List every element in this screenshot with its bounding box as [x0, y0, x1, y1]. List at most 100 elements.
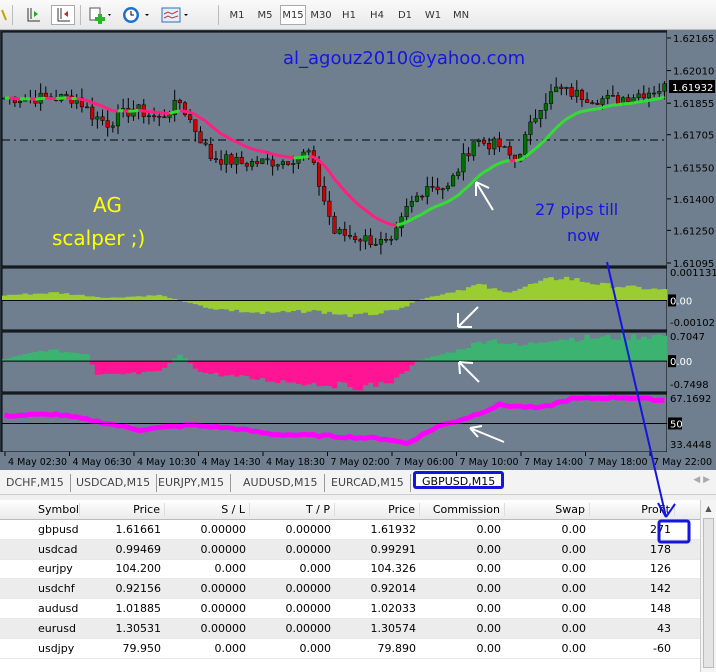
tab-scroll-arrows[interactable]: ◀ ▶: [693, 475, 710, 485]
candle: [270, 159, 275, 167]
column-header[interactable]: Profit: [590, 503, 675, 516]
histogram-bar: [275, 361, 281, 384]
chart-tab[interactable]: USDCAD,M15: [70, 474, 158, 492]
timeframe-mn-button[interactable]: MN: [448, 5, 474, 25]
candle: [394, 227, 399, 240]
candle: [445, 185, 450, 189]
column-header[interactable]: Price: [335, 503, 420, 516]
timeframe-m15-button[interactable]: M15: [280, 5, 306, 25]
candle: [585, 99, 590, 103]
new-chart-icon[interactable]: [86, 5, 114, 25]
histogram-bar: [481, 343, 487, 362]
column-header[interactable]: Symbol: [0, 503, 80, 516]
histogram-bar: [641, 289, 647, 301]
time-tick-label: 4 May 06:30: [73, 457, 132, 468]
chart-canvas[interactable]: 1.62165 1.62010 1.61855 1.61705 1.61550 1.614…: [0, 30, 716, 470]
table-cell: 0.00: [561, 522, 587, 536]
candle: [255, 161, 260, 164]
histogram-bar: [532, 343, 539, 362]
clock-icon[interactable]: [120, 5, 152, 25]
moving-average-segment: [81, 97, 88, 102]
chart-tab[interactable]: DCHF,M15: [0, 474, 71, 492]
column-header[interactable]: Commission: [420, 503, 505, 516]
histogram-bar: [17, 294, 23, 301]
histogram-bar: [161, 361, 168, 368]
column-header[interactable]: Swap: [505, 503, 590, 516]
histogram-bar: [94, 361, 101, 375]
histogram-bar: [368, 361, 374, 383]
candle: [461, 153, 466, 173]
timeframe-h4-button[interactable]: H4: [364, 5, 390, 25]
table-row[interactable]: usdjpy 79.950 0.000 0.000 79.890 0.00 0.00 -60: [0, 639, 700, 659]
histogram-bar: [636, 339, 642, 362]
histogram-bar: [615, 339, 621, 362]
moving-average-segment: [153, 110, 160, 115]
table-row[interactable]: gbpusd 1.61661 0.00000 0.00000 1.61932 0.00 0.…: [0, 520, 700, 540]
column-header[interactable]: Price: [80, 503, 165, 516]
table-cell: 0.00000: [285, 621, 332, 635]
histogram-bar: [84, 296, 90, 301]
email-annotation: al_agouz2010@yahoo.com: [283, 48, 526, 69]
histogram-bar: [378, 361, 384, 382]
candle: [249, 161, 255, 167]
column-header[interactable]: T / P: [250, 503, 335, 516]
histogram-bar: [43, 351, 49, 362]
table-row[interactable]: eurjpy 104.200 0.000 0.000 104.326 0.00 0.00 12…: [0, 560, 700, 580]
histogram-bar: [460, 349, 467, 362]
candle: [507, 146, 512, 156]
table-row[interactable]: eurusd 1.30531 0.00000 0.00000 1.30574 0.00 0.…: [0, 618, 700, 639]
template-icon[interactable]: [158, 5, 192, 25]
moving-average-segment: [107, 107, 114, 113]
table-cell: 0.00: [561, 602, 587, 616]
timeframe-m5-button[interactable]: M5: [252, 5, 278, 25]
candle: [203, 142, 208, 145]
timeframe-w1-button[interactable]: W1: [420, 5, 446, 25]
table-row[interactable]: usdcad 0.99469 0.00000 0.00000 0.99291 0.00 0.…: [0, 539, 700, 560]
candle: [193, 119, 198, 132]
moving-average-segment: [251, 147, 258, 152]
toolbar: M1 M5 M15 M30 H1 H4 D1 W1 MN: [0, 0, 716, 30]
histogram-bar: [208, 361, 214, 375]
moving-average-segment: [385, 221, 392, 226]
chart-tab[interactable]: EURJPY,M15: [152, 474, 231, 492]
moving-average-segment: [277, 153, 284, 158]
candle: [85, 106, 90, 109]
candle: [414, 195, 420, 202]
histogram-bar: [527, 342, 534, 362]
chart-tab[interactable]: GBPUSD,M15: [413, 471, 505, 489]
table-cell: 126: [650, 562, 671, 576]
histogram-bar: [99, 361, 106, 375]
chart-shift-icon[interactable]: [22, 5, 44, 25]
scrollbar-thumb[interactable]: [703, 518, 714, 668]
histogram-bar: [254, 361, 261, 380]
column-header[interactable]: S / L: [165, 503, 250, 516]
price-chart[interactable]: 1.62165 1.62010 1.61855 1.61705 1.61550 1.614…: [0, 30, 716, 470]
scroll-up-icon[interactable]: ▲: [701, 504, 716, 513]
histogram-bar: [440, 354, 446, 362]
histogram-bar: [249, 361, 255, 380]
timeframe-d1-button[interactable]: D1: [392, 5, 418, 25]
table-scrollbar[interactable]: ▲: [700, 500, 716, 672]
candle: [219, 159, 224, 165]
candle: [110, 125, 115, 128]
candle: [244, 163, 249, 167]
moving-average-segment: [303, 154, 309, 159]
histogram-bar: [136, 296, 142, 301]
table-row[interactable]: audusd 1.01885 0.00000 0.00000 1.02033 0.00 0.…: [0, 599, 700, 619]
chart-tab[interactable]: EURCAD,M15: [325, 474, 411, 492]
crosshair-icon[interactable]: [0, 5, 8, 25]
candle: [115, 111, 121, 127]
histogram-bar: [615, 286, 621, 301]
candle: [523, 134, 528, 155]
histogram-bar: [522, 345, 529, 362]
timeframe-m1-button[interactable]: M1: [224, 5, 250, 25]
timeframe-m30-button[interactable]: M30: [308, 5, 334, 25]
chart-tab[interactable]: AUDUSD,M15: [237, 474, 325, 492]
moving-average-segment: [66, 96, 72, 101]
autoscroll-icon[interactable]: [51, 5, 75, 25]
table-row[interactable]: usdchf 0.92156 0.00000 0.00000 0.92014 0.00 0.…: [0, 579, 700, 600]
timeframe-h1-button[interactable]: H1: [336, 5, 362, 25]
histogram-bar: [393, 361, 400, 378]
table-header: Symbol Price S / LT / P Price Commission Swap…: [0, 500, 700, 520]
candle: [363, 235, 368, 242]
